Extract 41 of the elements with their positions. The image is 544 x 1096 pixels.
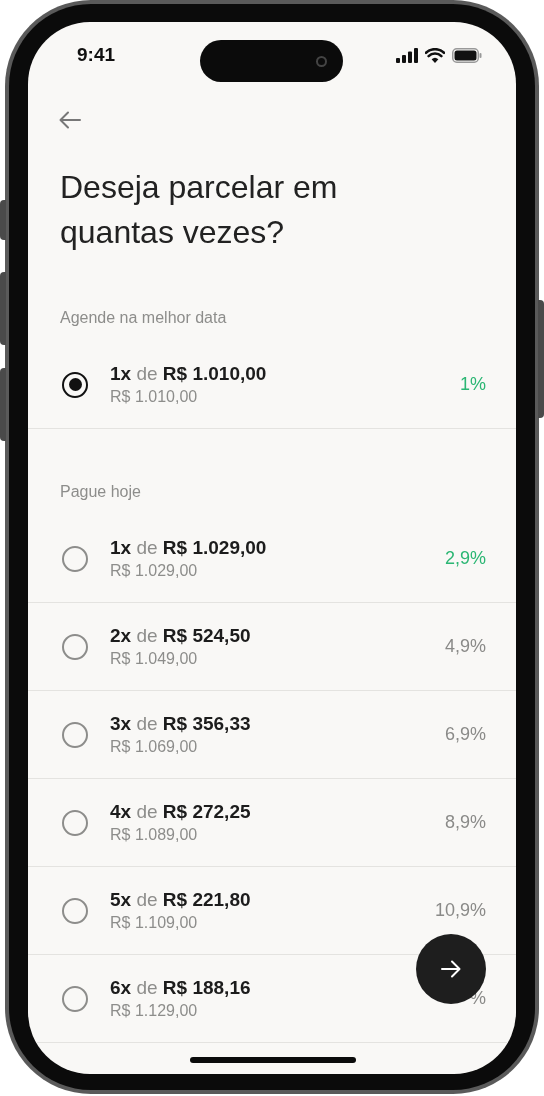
installment-total: R$ 1.129,00 (110, 1000, 199, 1021)
installment-amount: 1x de R$ 1.029,00 (110, 535, 268, 560)
camera-lens-icon (316, 55, 327, 67)
installment-option[interactable]: 4x de R$ 272,25 R$ 1.089,00 8,9% (28, 779, 516, 867)
installment-total: R$ 1.109,00 (110, 912, 199, 933)
installment-amount: 4x de R$ 272,25 (110, 799, 252, 824)
radio-button[interactable] (62, 721, 88, 748)
installment-amount: 2x de R$ 524,50 (110, 623, 252, 648)
installment-option[interactable]: 3x de R$ 356,33 R$ 1.069,00 6,9% (28, 691, 516, 779)
status-time: 9:41 (77, 42, 116, 67)
installment-option[interactable]: 1x de R$ 1.010,00 R$ 1.010,00 1% (28, 341, 516, 429)
interest-rate: 8,9% (444, 811, 486, 834)
radio-button[interactable] (62, 371, 88, 398)
arrow-right-icon (441, 960, 461, 978)
interest-rate: 2,9% (444, 547, 486, 570)
installment-option[interactable]: 1x de R$ 1.029,00 R$ 1.029,00 2,9% (28, 515, 516, 603)
interest-rate: 4,9% (444, 635, 486, 658)
interest-rate: 1% (460, 373, 486, 396)
installment-total: R$ 1.049,00 (110, 648, 199, 669)
interest-rate: 10,9% (434, 899, 486, 922)
installment-total: R$ 1.029,00 (110, 560, 199, 581)
installment-option[interactable]: 2x de R$ 524,50 R$ 1.049,00 4,9% (28, 603, 516, 691)
page-title: Deseja parcelar em quantas vezes? (60, 168, 339, 252)
installment-total: R$ 1.089,00 (110, 824, 199, 845)
installment-amount: 1x de R$ 1.010,00 (110, 361, 268, 386)
radio-button[interactable] (62, 633, 88, 660)
battery-icon (452, 47, 482, 63)
section-label: Agende na melhor data (60, 308, 227, 328)
wifi-icon (425, 47, 445, 63)
installment-amount: 3x de R$ 356,33 (110, 711, 252, 736)
interest-rate: 6,9% (444, 723, 486, 746)
installment-amount: 6x de R$ 188,16 (110, 975, 252, 1000)
section-label: Pague hoje (60, 482, 141, 502)
signal-icon (396, 47, 418, 63)
radio-button[interactable] (62, 897, 88, 924)
radio-button[interactable] (62, 809, 88, 836)
installment-total: R$ 1.069,00 (110, 736, 199, 757)
radio-button[interactable] (62, 985, 88, 1012)
installment-amount: 5x de R$ 221,80 (110, 887, 252, 912)
radio-button[interactable] (62, 545, 88, 572)
installment-total: R$ 1.010,00 (110, 386, 199, 407)
